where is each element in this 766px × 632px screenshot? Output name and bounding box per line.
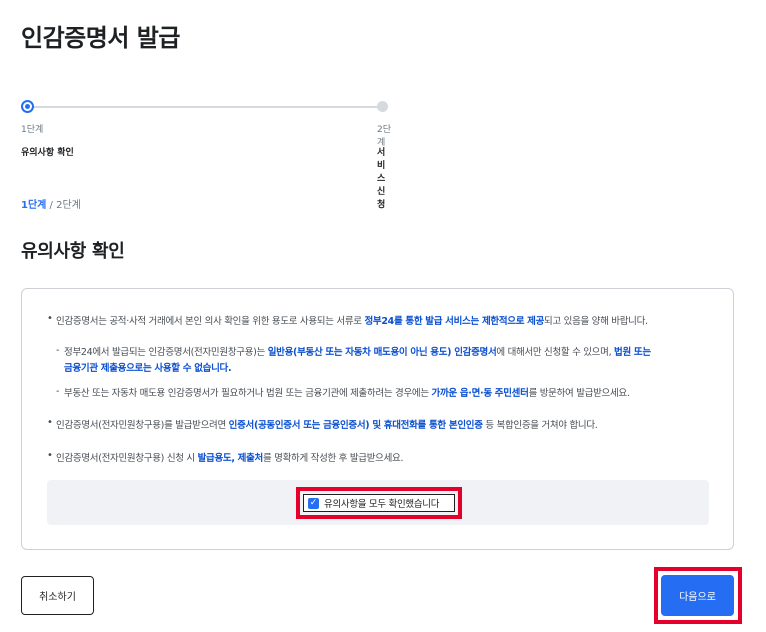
notice-item-3-text-end: 를 명확하게 작성한 후 발급받으세요. <box>262 453 404 464</box>
confirm-checkbox[interactable]: ✓ <box>308 497 319 509</box>
step-1-name: 유의사항 확인 <box>21 148 74 158</box>
confirm-checkbox-field[interactable]: ✓ 유의사항을 모두 확인했습니다 <box>303 494 455 512</box>
notice-sub-2-text: 부동산 또는 자동차 매도용 인감증명서가 필요하거나 법원 또는 금융기관에 … <box>64 388 432 399</box>
notice-item-1-highlight: 정부24를 통한 발급 서비스는 제한적으로 제공 <box>364 316 545 327</box>
notice-item-1-text-end: 되고 있음을 양해 바랍니다. <box>544 316 648 327</box>
notice-sub-1-highlight-3: 금융기관 제출용으로는 사용할 수 없습니다. <box>64 363 232 374</box>
notice-sub-2-text-end: 를 방문하여 발급받으세요. <box>528 388 630 399</box>
step-2-name: 서비스 신청 <box>377 148 386 210</box>
notice-sub-2-highlight: 가까운 읍·면·동 주민센터 <box>431 388 529 399</box>
next-button[interactable]: 다음으로 <box>661 575 734 616</box>
step-2-inactive-dot-icon <box>377 101 388 112</box>
step-indicator-separator: / <box>46 200 57 211</box>
dash-icon: - <box>56 386 60 397</box>
cancel-button[interactable]: 취소하기 <box>21 576 94 615</box>
notice-item-3-text: 인감증명서(전자민원창구용) 신청 시 <box>56 453 198 464</box>
notice-sub-1: 정부24에서 발급되는 인감증명서(전자민원창구용)는 일반용(부동산 또는 자… <box>64 345 714 377</box>
notice-sub-1-highlight-2: 법원 또는 <box>614 347 651 358</box>
notice-item-3: 인감증명서(전자민원창구용) 신청 시 발급용도, 제출처를 명확하게 작성한 … <box>56 451 716 467</box>
section-title: 유의사항 확인 <box>21 241 125 262</box>
bullet-icon: • <box>47 450 53 461</box>
notice-item-2-text: 인감증명서(전자민원창구용)를 발급받으려면 <box>56 420 229 431</box>
confirm-checkbox-label[interactable]: 유의사항을 모두 확인했습니다 <box>324 496 439 510</box>
notice-sub-2: 부동산 또는 자동차 매도용 인감증명서가 필요하거나 법원 또는 금융기관에 … <box>64 386 714 402</box>
bullet-icon: • <box>47 313 53 324</box>
notice-item-3-highlight: 발급용도, 제출처 <box>197 453 264 464</box>
stepper-line <box>27 106 381 108</box>
dash-icon: - <box>56 345 60 356</box>
notice-item-2: 인감증명서(전자민원창구용)를 발급받으려면 인증서(공동인증서 또는 금융인증… <box>56 418 716 434</box>
step-indicator: 1단계 / 2단계 <box>21 196 81 211</box>
step-indicator-current: 1단계 <box>21 200 47 211</box>
page-title: 인감증명서 발급 <box>21 24 180 52</box>
step-1-active-dot-icon <box>21 100 34 113</box>
notice-item-2-highlight: 인증서(공동인증서 또는 금융인증서) 및 휴대전화를 통한 본인인증 <box>228 420 483 431</box>
notice-item-1-text: 인감증명서는 공적·사적 거래에서 본인 의사 확인을 위한 용도로 사용되는 … <box>56 316 365 327</box>
notice-sub-1-highlight-1: 일반용(부동산 또는 자동차 매도용이 아닌 용도) 인감증명서 <box>267 347 497 358</box>
step-indicator-total: 2단계 <box>56 200 81 211</box>
progress-stepper: 1단계 유의사항 확인 2단계 서비스 신청 <box>21 100 391 210</box>
notice-sub-1-text: 정부24에서 발급되는 인감증명서(전자민원창구용)는 <box>64 347 268 358</box>
notice-sub-1-text-mid: 에 대해서만 신청할 수 있으며, <box>496 347 615 358</box>
notice-box: • 인감증명서는 공적·사적 거래에서 본인 의사 확인을 위한 용도로 사용되… <box>21 288 734 550</box>
step-1-number: 1단계 <box>21 125 44 135</box>
notice-item-2-text-end: 등 복합인증을 거쳐야 합니다. <box>482 420 598 431</box>
notice-item-1: 인감증명서는 공적·사적 거래에서 본인 의사 확인을 위한 용도로 사용되는 … <box>56 314 716 330</box>
bullet-icon: • <box>47 417 53 428</box>
check-icon: ✓ <box>309 497 318 508</box>
